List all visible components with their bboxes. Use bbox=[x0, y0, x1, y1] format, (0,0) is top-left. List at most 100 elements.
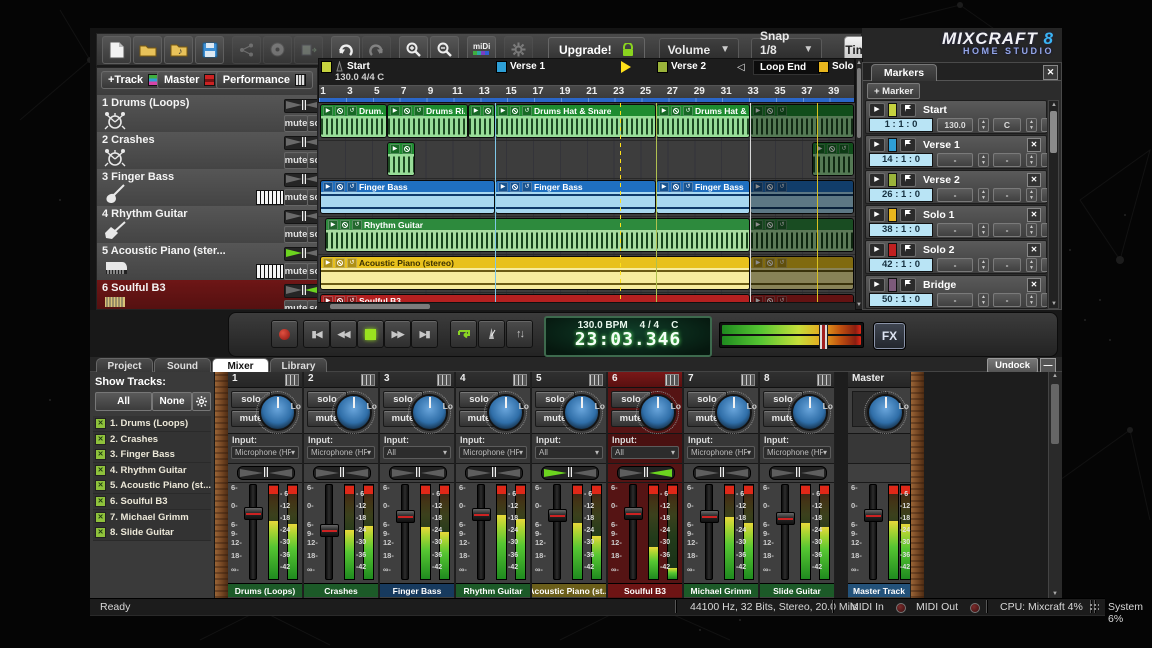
marker-row[interactable]: ▶Bridge✕50 : 1 : 0-▲▼-▲▼- | - bbox=[865, 275, 1047, 309]
marker-key-field[interactable]: - bbox=[993, 223, 1021, 237]
clip-loop-icon[interactable]: ↺ bbox=[347, 182, 357, 192]
pan-handle[interactable] bbox=[492, 467, 496, 477]
input-dropdown[interactable]: Microphone (HP...▾ bbox=[763, 446, 831, 459]
marker-flag-button[interactable] bbox=[900, 173, 916, 187]
tab-sound[interactable]: Sound bbox=[154, 358, 211, 373]
volume-fader[interactable] bbox=[553, 484, 561, 580]
scroll-down-icon[interactable]: ▼ bbox=[1052, 591, 1058, 597]
audio-clip[interactable]: ▶↺ bbox=[750, 256, 854, 290]
marker-play-button[interactable]: ▶ bbox=[869, 138, 885, 152]
clip-play-icon[interactable]: ▶ bbox=[323, 258, 333, 268]
master-fx-button[interactable]: FX bbox=[874, 323, 905, 349]
marker-row[interactable]: ▶Solo 1✕38 : 1 : 0-▲▼-▲▼- | - bbox=[865, 205, 1047, 239]
marker-signature-field[interactable]: - | - bbox=[1041, 293, 1047, 307]
eq-button[interactable] bbox=[665, 374, 679, 386]
marker-signature-field[interactable]: - | - bbox=[1041, 258, 1047, 272]
clip-mute-icon[interactable] bbox=[510, 182, 520, 192]
close-icon[interactable]: ✕ bbox=[1027, 278, 1041, 292]
close-icon[interactable]: ✕ bbox=[1027, 208, 1041, 222]
marker-tempo-field[interactable]: - bbox=[937, 223, 973, 237]
marker-play-button[interactable]: ▶ bbox=[869, 173, 885, 187]
timeline-header[interactable]: Start 130.0 4/4 C Verse 1Verse 2◁Loop En… bbox=[318, 58, 855, 103]
clip-mute-icon[interactable] bbox=[340, 220, 350, 230]
spinner-icon[interactable]: ▲▼ bbox=[1026, 188, 1037, 202]
fader-handle[interactable] bbox=[396, 510, 415, 523]
tab-project[interactable]: Project bbox=[96, 358, 153, 373]
eq-lo-knob[interactable] bbox=[335, 394, 372, 431]
fader-handle[interactable] bbox=[548, 509, 567, 522]
marker-color-chip[interactable] bbox=[888, 243, 897, 257]
clip-loop-icon[interactable]: ↺ bbox=[839, 144, 849, 154]
mute-button[interactable]: mute bbox=[284, 226, 308, 243]
solo-button[interactable]: solo bbox=[307, 300, 318, 310]
clip-play-icon[interactable]: ▶ bbox=[659, 106, 669, 116]
checkbox-checked-icon[interactable]: ✕ bbox=[95, 465, 106, 476]
save-icon[interactable] bbox=[195, 36, 224, 64]
marker-time-field[interactable]: 42 : 1 : 0 bbox=[869, 258, 933, 272]
marker-tempo-field[interactable]: - bbox=[937, 293, 973, 307]
pan-slider[interactable] bbox=[769, 466, 827, 480]
tab-library[interactable]: Library bbox=[270, 358, 327, 373]
burn-cd-icon[interactable] bbox=[263, 36, 292, 64]
go-to-end-button[interactable]: ▶▮ bbox=[411, 320, 438, 348]
metronome-button[interactable] bbox=[478, 320, 505, 348]
undock-button[interactable]: Undock bbox=[987, 358, 1038, 373]
marker-key-field[interactable]: C bbox=[993, 118, 1021, 132]
scroll-up-icon[interactable]: ▲ bbox=[1051, 102, 1057, 108]
input-dropdown[interactable]: Microphone (HP...▾ bbox=[459, 446, 527, 459]
loop-end-label[interactable]: Loop End bbox=[753, 60, 821, 75]
marker-play-button[interactable]: ▶ bbox=[869, 103, 885, 117]
eq-lo-knob[interactable] bbox=[259, 394, 296, 431]
marker-signature-field[interactable]: - | - bbox=[1041, 153, 1047, 167]
fader-handle[interactable] bbox=[776, 512, 795, 525]
spinner-icon[interactable]: ▲▼ bbox=[978, 258, 989, 272]
clip-arrange-area[interactable]: ▶↺Drum...▶↺Drums Ri...▶Dru...▶↺Drums Hat… bbox=[318, 103, 855, 310]
marker-key-field[interactable]: - bbox=[993, 293, 1021, 307]
input-dropdown[interactable]: All▾ bbox=[611, 446, 679, 459]
close-icon[interactable]: ✕ bbox=[1027, 173, 1041, 187]
marker-flag-button[interactable] bbox=[900, 208, 916, 222]
track-header[interactable]: 5 Acoustic Piano (ster...mutesolofxarm▾ bbox=[97, 243, 318, 281]
clip-mute-icon[interactable] bbox=[765, 106, 775, 116]
volume-fader[interactable] bbox=[781, 484, 789, 580]
audio-clip[interactable]: ▶↺Finger Bass bbox=[320, 180, 495, 214]
pan-slider[interactable] bbox=[465, 466, 523, 480]
eq-button[interactable] bbox=[513, 374, 527, 386]
eq-button[interactable] bbox=[817, 374, 831, 386]
pan-handle[interactable] bbox=[302, 100, 306, 110]
marker-color-chip[interactable] bbox=[888, 208, 897, 222]
volume-fader[interactable] bbox=[477, 484, 485, 580]
track-header[interactable]: 2 Crashesmutesolofxarm▾ bbox=[97, 132, 318, 170]
marker-time-field[interactable]: 50 : 1 : 0 bbox=[869, 293, 933, 307]
audio-clip[interactable]: ▶↺Cras bbox=[812, 142, 854, 176]
clip-play-icon[interactable]: ▶ bbox=[753, 182, 763, 192]
mute-button[interactable]: mute bbox=[284, 189, 308, 206]
clip-loop-icon[interactable]: ↺ bbox=[683, 106, 693, 116]
rewind-button[interactable]: ◀◀ bbox=[330, 320, 357, 348]
marker-flag-button[interactable] bbox=[900, 138, 916, 152]
markers-scroll-thumb[interactable] bbox=[1050, 111, 1057, 153]
track-lane[interactable]: ▶↺Acoustic Piano (stereo)▶↺ bbox=[318, 255, 855, 293]
channel-strip[interactable]: 3solomuteLoInput:All▾6-0-6-9-12-18-∞-- 6… bbox=[380, 372, 455, 598]
audio-clip[interactable]: ▶↺ bbox=[750, 180, 854, 214]
spinner-icon[interactable]: ▲▼ bbox=[1026, 153, 1037, 167]
pan-handle[interactable] bbox=[340, 467, 344, 477]
eq-lo-knob[interactable] bbox=[563, 394, 600, 431]
track-filter-settings-button[interactable] bbox=[192, 392, 211, 411]
marker-signature-field[interactable]: - | - bbox=[1041, 223, 1047, 237]
ruler-marker-flag[interactable]: Verse 1 bbox=[496, 61, 545, 72]
pan-handle[interactable] bbox=[302, 174, 306, 184]
markers-tab[interactable]: Markers bbox=[871, 64, 937, 81]
spinner-icon[interactable]: ▲▼ bbox=[1026, 293, 1037, 307]
go-to-start-button[interactable]: ▮◀ bbox=[303, 320, 330, 348]
volume-fader[interactable] bbox=[869, 484, 877, 580]
pan-handle[interactable] bbox=[302, 211, 306, 221]
show-track-item[interactable]: ✕6. Soulful B3 bbox=[93, 494, 211, 510]
pan-slider[interactable] bbox=[389, 466, 447, 480]
horizontal-scrollbar[interactable] bbox=[318, 302, 855, 310]
clip-mute-icon[interactable] bbox=[510, 106, 520, 116]
track-lane[interactable]: ▶↺Finger Bass▶↺Finger Bass▶↺Finger Bass▶… bbox=[318, 179, 855, 217]
marker-time-field[interactable]: 26 : 1 : 0 bbox=[869, 188, 933, 202]
resize-grip-icon[interactable] bbox=[1089, 603, 1099, 612]
fader-handle[interactable] bbox=[244, 507, 263, 520]
